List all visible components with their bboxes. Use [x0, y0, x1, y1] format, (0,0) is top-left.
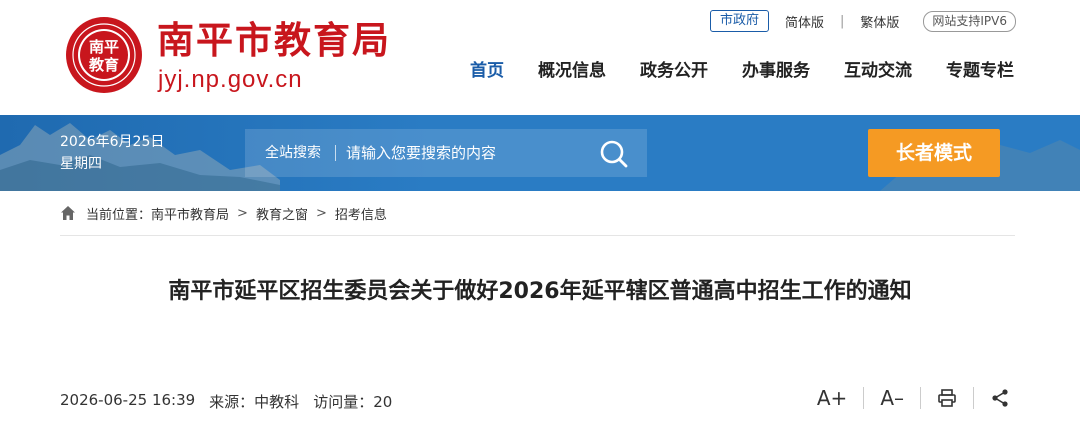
breadcrumb: 当前位置： 南平市教育局 > 教育之窗 > 招考信息 [60, 203, 387, 223]
divider-line [60, 235, 1015, 236]
article-title: 南平市延平区招生委员会关于做好2026年延平辖区普通高中招生工作的通知 [168, 279, 912, 304]
print-icon[interactable] [937, 388, 957, 408]
date-display: 2026年6月25日 星期四 [60, 131, 164, 175]
article-meta: 2026-06-25 16:39 来源：中教科 访问量：20 [60, 391, 406, 412]
tool-divider [973, 387, 974, 409]
education-bureau-logo-icon[interactable]: 南平 教育 [64, 15, 144, 95]
nav-item-home[interactable]: 首页 [470, 59, 504, 83]
search-icon[interactable] [599, 139, 629, 169]
site-name[interactable]: 南平市教育局 [157, 20, 391, 62]
home-icon [61, 206, 75, 220]
font-decrease-button[interactable]: A– [880, 386, 904, 410]
svg-text:教育: 教育 [88, 56, 119, 74]
city-government-link[interactable]: 市政府 [709, 10, 769, 32]
site-domain: jyj.np.gov.cn [158, 66, 303, 93]
nav-item-interaction[interactable]: 互动交流 [844, 59, 912, 83]
simplified-chinese-link[interactable]: 简体版 [785, 12, 824, 31]
breadcrumb-item-bureau[interactable]: 南平市教育局 [151, 204, 229, 223]
site-search: 全站搜索 [245, 129, 647, 177]
tool-divider [920, 387, 921, 409]
svg-text:南平: 南平 [89, 38, 119, 56]
breadcrumb-item-education-window[interactable]: 教育之窗 [256, 204, 308, 223]
search-input[interactable] [346, 144, 576, 162]
nav-item-services[interactable]: 办事服务 [742, 59, 810, 83]
nav-item-overview[interactable]: 概况信息 [538, 59, 606, 83]
nav-item-topics[interactable]: 专题专栏 [946, 59, 1014, 83]
nav-item-gov-affairs[interactable]: 政务公开 [640, 59, 708, 83]
article-datetime: 2026-06-25 16:39 [60, 391, 196, 409]
font-increase-button[interactable]: A+ [817, 386, 847, 410]
share-icon[interactable] [990, 388, 1010, 408]
article-views: 访问量：20 [313, 393, 393, 411]
current-weekday: 星期四 [60, 156, 102, 172]
main-nav: 首页 概况信息 政务公开 办事服务 互动交流 专题专栏 [436, 59, 1014, 83]
search-scope-label[interactable]: 全站搜索 [245, 145, 336, 161]
article-source: 来源：中教科 [209, 393, 300, 411]
breadcrumb-prefix: 当前位置： [86, 207, 152, 223]
breadcrumb-item-exam-info[interactable]: 招考信息 [335, 204, 387, 223]
current-date: 2026年6月25日 [60, 134, 165, 150]
site-header: 南平 教育 南平市教育局 jyj.np.gov.cn 市政府 简体版 | 繁体版… [0, 0, 1080, 115]
breadcrumb-separator: > [315, 205, 327, 221]
ipv6-badge: 网站支持IPV6 [923, 10, 1016, 32]
traditional-chinese-link[interactable]: 繁体版 [860, 12, 899, 31]
article-tools: A+ A– [817, 386, 1010, 410]
divider: | [839, 13, 845, 29]
tool-divider [863, 387, 865, 409]
search-banner: 2026年6月25日 星期四 全站搜索 长者模式 [0, 115, 1080, 191]
elder-mode-button[interactable]: 长者模式 [868, 129, 1000, 177]
breadcrumb-separator: > [237, 205, 248, 221]
top-links: 市政府 简体版 | 繁体版 网站支持IPV6 [709, 10, 1016, 32]
